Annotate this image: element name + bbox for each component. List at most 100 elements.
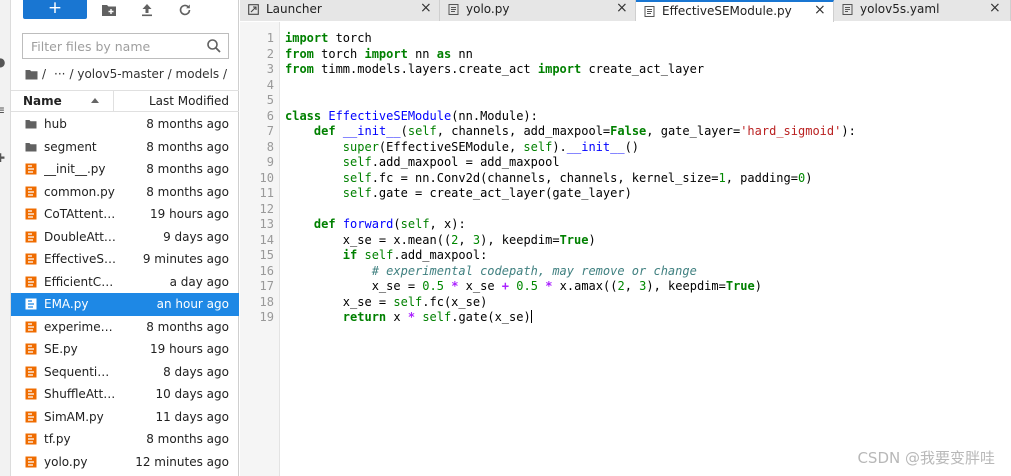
code-line: 5 [266,93,274,107]
file-row[interactable]: EffectiveS… 9 minutes ago [11,248,239,271]
file-row[interactable]: Sequential… 8 days ago [11,361,239,384]
jupyterlab-window: ● ≡ ✚ + Filter files by name / ··· / yol… [0,0,1011,476]
file-name: SE.py [44,342,78,356]
code-line: 13 def forward(self, x): [259,217,466,231]
file-modified: 11 days ago [155,409,229,424]
file-row[interactable]: experimen… 8 months ago [11,316,239,339]
breadcrumb: / ··· / yolov5-master / models / [25,65,227,83]
code-line: 11 self.gate = create_act_layer(gate_lay… [259,186,632,200]
file-browser: + / ··· [11,0,239,476]
code-line: 16 # experimental codepath, may remove o… [259,263,697,278]
code-line: 18 x_se = self.fc(x_se) [259,294,488,309]
running-icon[interactable]: ● [0,56,8,69]
code-line: 15 if self.add_maxpool: [259,248,488,262]
tab-label: yolo.py [466,2,510,16]
python-file-icon [25,343,37,355]
tab[interactable]: yolov5s.yaml × [834,0,1011,21]
folder-icon [25,120,37,129]
breadcrumb-root[interactable]: / [42,67,46,81]
file-modified: 10 days ago [155,387,229,401]
code-line: 1 import torch [266,31,372,45]
code-line: 4 [266,77,274,92]
python-file-icon [25,433,37,445]
code-line: 14 x_se = x.mean((2, 3), keepdim=True) [259,232,596,247]
tab[interactable]: yolo.py × [440,0,636,21]
code-line: 8 super(EffectiveSEModule, self).__init_… [266,139,640,154]
breadcrumb-path[interactable]: / yolov5-master / models / [70,67,228,81]
file-row[interactable]: SE.py 19 hours ago [11,338,239,361]
close-icon[interactable]: × [420,1,432,15]
python-file-icon [25,366,37,377]
file-modified: 12 minutes ago [135,454,229,469]
breadcrumb-ellipsis[interactable]: ··· [54,67,65,81]
python-file-icon [25,163,37,175]
python-file-icon [25,411,37,422]
close-icon[interactable]: × [616,1,628,15]
file-row[interactable]: common.py 8 months ago [11,181,239,204]
file-row[interactable]: segment 8 months ago [11,136,239,159]
column-divider[interactable] [113,91,114,111]
tab-label: Launcher [266,2,322,16]
python-file-icon [25,231,37,242]
file-modified: 8 months ago [146,162,229,176]
file-name: ShuffleAtte… [44,387,116,401]
file-modified: 9 days ago [163,229,229,244]
file-name: hub [44,117,67,131]
tab-label: EffectiveSEModule.py [662,4,792,18]
home-folder-icon[interactable] [25,69,38,80]
file-row[interactable]: EMA.py an hour ago [11,293,239,316]
tab-bar: Launcher × yolo.py × EffectiveSEModule.py × yo… [240,0,1011,22]
commands-icon[interactable]: ≡ [0,104,8,117]
code-line: 2 from torch import nn as nn [266,46,473,61]
code-line: 19 return x * self.gate(x_se) [259,310,532,324]
new-launcher-button[interactable]: + [23,0,87,19]
code-line: 6 class EffectiveSEModule(nn.Module): [266,108,538,123]
file-name: experimen… [44,319,116,334]
file-modified: an hour ago [156,297,229,311]
file-modified: 19 hours ago [150,207,229,221]
file-name: DoubleAtt… [44,229,116,244]
file-row[interactable]: DoubleAtt… 9 days ago [11,226,239,249]
extensions-icon[interactable]: ✚ [0,152,8,165]
code-line: 17 x_se = 0.5 * x_se + 0.5 * x.amax((2, … [259,279,762,293]
file-list-header: Name Last Modified [11,90,239,112]
upload-icon[interactable] [139,3,155,17]
file-row[interactable]: EfficientCh… a day ago [11,271,239,294]
file-name: EMA.py [44,297,89,311]
file-row[interactable]: ShuffleAtte… 10 days ago [11,383,239,406]
file-row[interactable]: SimAM.py 11 days ago [11,406,239,429]
file-filter-input[interactable] [23,34,198,58]
file-name: EfficientCh… [44,274,116,289]
refresh-icon[interactable] [177,3,193,17]
code-line: 7 def __init__(self, channels, add_maxpo… [266,124,856,138]
file-row[interactable]: hub 8 months ago [11,113,239,136]
tab[interactable]: EffectiveSEModule.py × [636,0,834,22]
code-line: 9 self.add_maxpool = add_maxpool [266,155,560,169]
sort-ascending-icon [91,98,99,103]
code-editor[interactable]: 1 import torch 2 from torch import nn as n… [240,22,1011,476]
new-folder-icon[interactable] [101,3,117,17]
watermark: CSDN @我要变胖哇 [857,449,995,467]
file-modified: 8 months ago [146,184,229,199]
python-file-icon [644,6,655,17]
python-file-icon [25,298,37,310]
file-name: yolo.py [44,454,88,469]
tab-label: yolov5s.yaml [860,2,940,16]
file-row[interactable]: CoTAttenti… 19 hours ago [11,203,239,226]
file-name: tf.py [44,432,71,446]
file-modified: 8 months ago [146,319,229,334]
yaml-file-icon [842,4,853,15]
column-name-header[interactable]: Name [23,94,62,108]
file-row[interactable]: __init__.py 8 months ago [11,158,239,181]
tab[interactable]: Launcher × [240,0,440,21]
close-icon[interactable]: × [989,1,1001,15]
python-file-icon [448,4,459,15]
file-name: SimAM.py [44,409,104,424]
file-modified: 8 months ago [146,117,229,131]
file-modified: 9 minutes ago [142,252,229,266]
file-row[interactable]: tf.py 8 months ago [11,428,239,451]
close-icon[interactable]: × [814,3,826,17]
file-row[interactable]: yolo.py 12 minutes ago [11,451,239,474]
python-file-icon [25,321,37,332]
column-modified-header[interactable]: Last Modified [149,94,229,108]
